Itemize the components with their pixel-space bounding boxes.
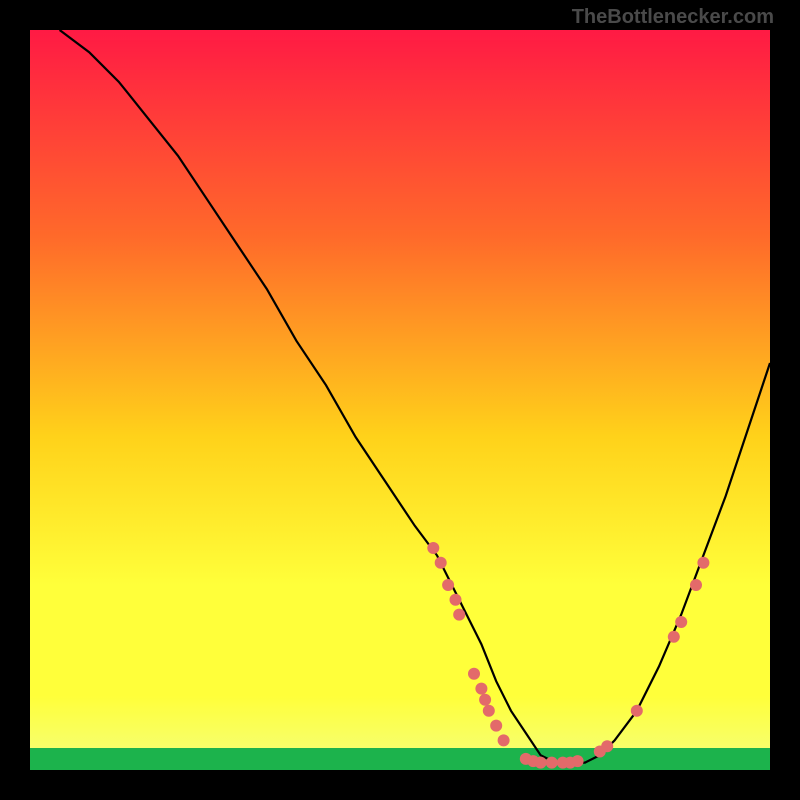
chart-area	[30, 30, 770, 770]
data-marker	[435, 557, 447, 569]
attribution-text: TheBottlenecker.com	[572, 6, 774, 29]
data-marker	[442, 579, 454, 591]
data-marker	[572, 755, 584, 767]
data-marker	[697, 557, 709, 569]
data-marker	[601, 740, 613, 752]
data-marker	[546, 757, 558, 769]
data-marker	[675, 616, 687, 628]
data-marker	[427, 542, 439, 554]
data-marker	[631, 705, 643, 717]
data-marker	[498, 734, 510, 746]
data-marker	[483, 705, 495, 717]
data-marker	[535, 757, 547, 769]
data-marker	[475, 683, 487, 695]
bottleneck-curve	[60, 30, 770, 763]
data-marker	[690, 579, 702, 591]
data-marker	[468, 668, 480, 680]
chart-overlay	[30, 30, 770, 770]
data-marker	[453, 609, 465, 621]
data-markers	[427, 542, 709, 769]
data-marker	[450, 594, 462, 606]
data-marker	[490, 720, 502, 732]
data-marker	[668, 631, 680, 643]
data-marker	[479, 694, 491, 706]
